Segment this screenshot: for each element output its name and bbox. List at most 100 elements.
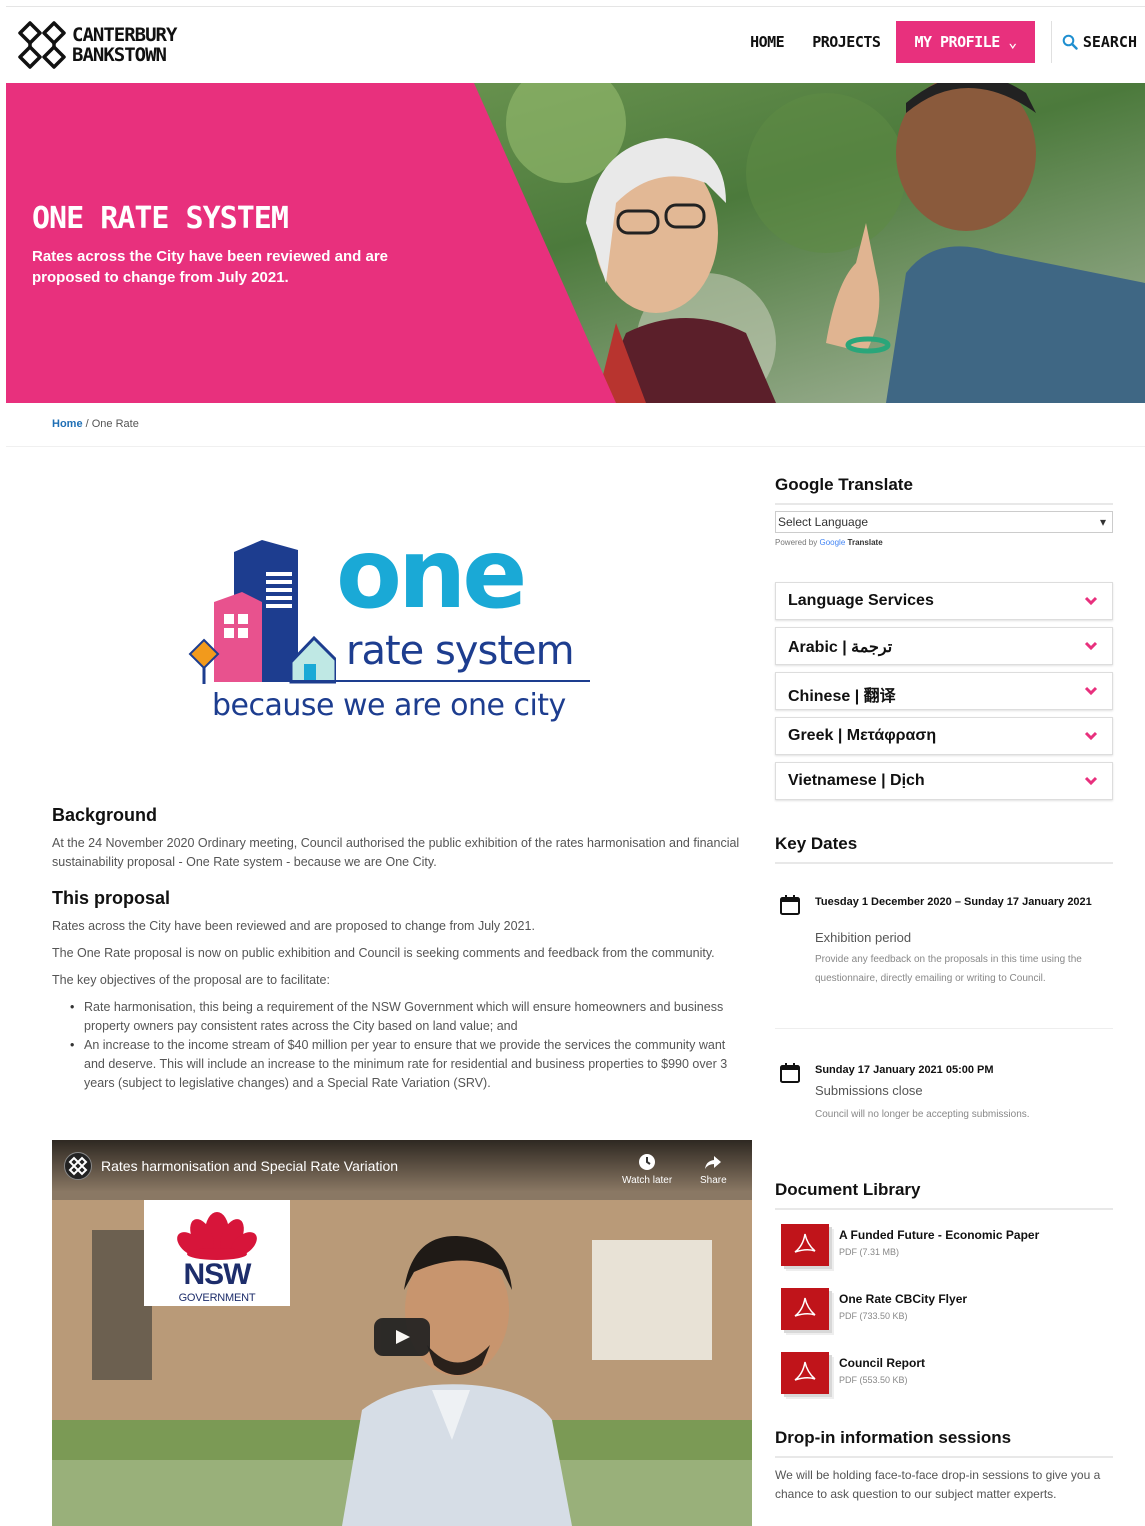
proposal-paragraph-2: The One Rate proposal is now on public e… — [52, 946, 715, 960]
pdf-file-icon — [781, 1352, 829, 1394]
drop-in-text: We will be holding face-to-face drop-in … — [775, 1468, 1101, 1501]
language-select[interactable]: Select Language — [775, 511, 1113, 533]
acrobat-icon — [794, 1233, 816, 1253]
document-name[interactable]: A Funded Future - Economic Paper — [839, 1228, 1039, 1242]
powered-by-label: Powered by — [775, 538, 818, 547]
google-translate-heading: Google Translate — [775, 475, 1113, 505]
background-heading: Background — [52, 805, 158, 825]
watch-later-label: Watch later — [622, 1175, 673, 1186]
logo-underline — [288, 680, 590, 682]
search-icon — [1062, 34, 1078, 50]
google-translate-widget: Google Translate Select Language Powered… — [775, 475, 1113, 547]
document-meta: PDF (733.50 KB) — [839, 1311, 908, 1321]
watch-later-button[interactable]: Watch later — [622, 1152, 672, 1186]
accordion-greek[interactable]: Greek | Μετάφραση — [775, 717, 1113, 755]
cb-logo-icon — [18, 21, 66, 69]
main-nav: HOME PROJECTS MY PROFILE ⌄ SEARCH — [736, 21, 1137, 63]
site-header: CANTERBURY BANKSTOWN HOME PROJECTS MY PR… — [6, 6, 1145, 83]
nav-home[interactable]: HOME — [736, 33, 798, 51]
accordion-label: Arabic | ترجمة — [788, 639, 893, 656]
youtube-video-player[interactable]: Rates harmonisation and Special Rate Var… — [52, 1140, 752, 1526]
nsw-wordmark: NSW — [183, 1258, 252, 1291]
key-date-description: Council will no longer be accepting subm… — [815, 1109, 1030, 1120]
key-date-date: Sunday 17 January 2021 05:00 PM — [815, 1064, 994, 1076]
share-arrow-icon — [705, 1156, 722, 1169]
clock-icon — [639, 1154, 656, 1170]
accordion-label: Chinese | 翻译 — [788, 688, 896, 705]
key-date-item: Tuesday 1 December 2020 – Sunday 17 Janu… — [775, 894, 1113, 1029]
document-item[interactable]: Council Report PDF (553.50 KB) — [775, 1352, 1113, 1402]
share-button[interactable]: Share — [700, 1152, 727, 1186]
chevron-down-icon — [1084, 686, 1098, 696]
proposal-heading: This proposal — [52, 888, 171, 908]
play-button[interactable] — [374, 1318, 430, 1356]
hero-title: ONE RATE SYSTEM — [32, 201, 289, 236]
chevron-down-icon — [1084, 776, 1098, 786]
language-accordions: Language Services Arabic | ترجمة Chinese… — [775, 582, 1113, 807]
powered-by-google: Powered by Google Translate — [775, 538, 1113, 547]
key-date-title: Exhibition period — [815, 930, 912, 945]
accordion-label: Language Services — [788, 592, 934, 609]
waratah-icon — [177, 1212, 257, 1260]
key-date-title: Submissions close — [815, 1083, 923, 1098]
google-logo-text: Google — [819, 538, 846, 547]
chevron-down-icon — [1084, 641, 1098, 651]
channel-avatar[interactable] — [64, 1152, 92, 1180]
breadcrumb-home-link[interactable]: Home — [52, 418, 83, 430]
chevron-down-icon — [1084, 731, 1098, 741]
rate-system-wordmark: rate system — [346, 628, 575, 674]
breadcrumb-divider — [6, 446, 1145, 447]
proposal-paragraph-3: The key objectives of the proposal are t… — [52, 973, 330, 987]
key-date-date: Tuesday 1 December 2020 – Sunday 17 Janu… — [815, 896, 1092, 908]
nsw-government-label: GOVERNMENT — [178, 1292, 256, 1304]
accordion-label: Greek | Μετάφραση — [788, 727, 937, 744]
site-logo[interactable]: CANTERBURY BANKSTOWN — [16, 19, 177, 71]
video-title[interactable]: Rates harmonisation and Special Rate Var… — [101, 1158, 398, 1174]
breadcrumb-separator: / — [82, 418, 92, 430]
proposal-paragraph-1: Rates across the City have been reviewed… — [52, 919, 535, 933]
accordion-arabic[interactable]: Arabic | ترجمة — [775, 627, 1113, 665]
key-dates-section: Key Dates Tuesday 1 December 2020 – Sund… — [775, 834, 1113, 1134]
breadcrumb-current: One Rate — [91, 418, 139, 430]
drop-in-sessions-section: Drop-in information sessions We will be … — [775, 1428, 1113, 1526]
document-name[interactable]: Council Report — [839, 1356, 925, 1370]
drop-in-heading: Drop-in information sessions — [775, 1428, 1113, 1458]
document-library-section: Document Library A Funded Future - Econo… — [775, 1180, 1113, 1400]
logo-tagline: because we are one city — [212, 688, 566, 723]
nav-search-label: SEARCH — [1082, 33, 1137, 51]
accordion-vietnamese[interactable]: Vietnamese | Dịch — [775, 762, 1113, 800]
document-item[interactable]: One Rate CBCity Flyer PDF (733.50 KB) — [775, 1288, 1113, 1338]
play-icon — [396, 1330, 410, 1344]
document-library-heading: Document Library — [775, 1180, 1113, 1210]
hero-banner: ONE RATE SYSTEM Rates across the City ha… — [6, 83, 1145, 403]
background-text: At the 24 November 2020 Ordinary meeting… — [52, 836, 740, 869]
main-content: Background At the 24 November 2020 Ordin… — [52, 805, 742, 1093]
document-name[interactable]: One Rate CBCity Flyer — [839, 1292, 967, 1306]
document-meta: PDF (553.50 KB) — [839, 1375, 908, 1385]
calendar-icon — [780, 895, 800, 915]
accordion-chinese[interactable]: Chinese | 翻译 — [775, 672, 1113, 710]
logo-line-2: BANKSTOWN — [72, 44, 167, 66]
acrobat-icon — [794, 1361, 816, 1381]
key-dates-heading: Key Dates — [775, 834, 1113, 864]
translate-label[interactable]: Translate — [848, 538, 883, 547]
city-buildings-icon — [188, 540, 336, 684]
list-item: An increase to the income stream of $40 … — [70, 1036, 742, 1093]
key-date-item: Sunday 17 January 2021 05:00 PM Submissi… — [775, 1062, 1113, 1132]
pdf-file-icon — [781, 1224, 829, 1266]
accordion-language-services[interactable]: Language Services — [775, 582, 1113, 620]
document-meta: PDF (7.31 MB) — [839, 1247, 900, 1257]
nav-search[interactable]: SEARCH — [1062, 33, 1137, 51]
cb-logo-icon — [68, 1156, 88, 1176]
one-rate-system-logo: one rate system because we are one city — [186, 518, 606, 732]
nsw-government-logo: NSW GOVERNMENT — [144, 1200, 290, 1306]
logo-wordmark: CANTERBURY BANKSTOWN — [72, 25, 177, 66]
nav-my-profile[interactable]: MY PROFILE ⌄ — [896, 21, 1035, 63]
key-date-description: Provide any feedback on the proposals in… — [815, 954, 1082, 984]
share-label: Share — [700, 1175, 727, 1186]
accordion-label: Vietnamese | Dịch — [788, 772, 925, 789]
breadcrumb: Home / One Rate — [52, 418, 139, 430]
nav-projects[interactable]: PROJECTS — [798, 33, 894, 51]
document-item[interactable]: A Funded Future - Economic Paper PDF (7.… — [775, 1224, 1113, 1274]
hero-pink-panel — [6, 83, 616, 403]
